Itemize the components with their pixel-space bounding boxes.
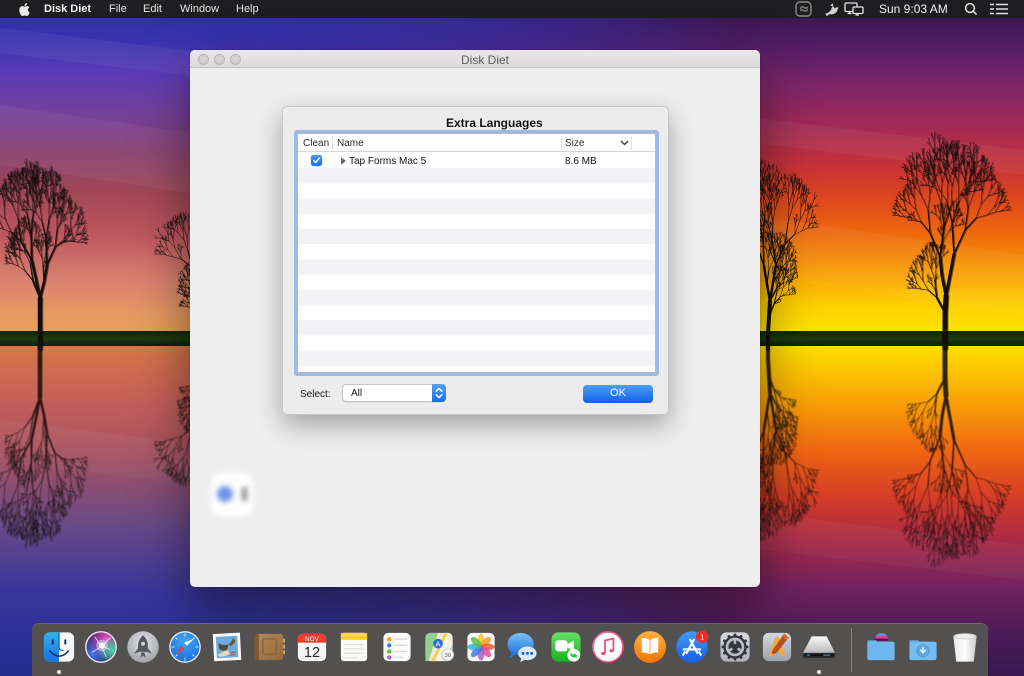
- svg-text:12: 12: [304, 645, 320, 661]
- svg-text:30: 30: [445, 653, 451, 659]
- svg-text:1: 1: [700, 633, 704, 642]
- svg-text:NOV: NOV: [305, 636, 319, 643]
- svg-text:A: A: [435, 640, 441, 649]
